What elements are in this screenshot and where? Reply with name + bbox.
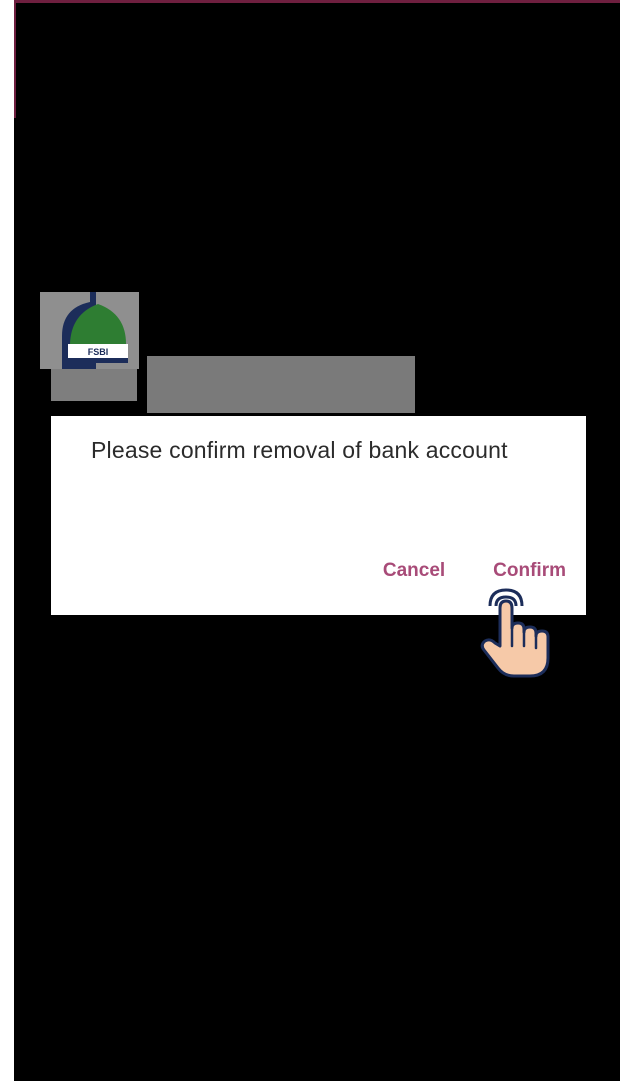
account-number-placeholder [147,356,415,413]
account-name-placeholder [51,369,137,401]
pointing-hand-icon [476,588,552,680]
dialog-actions: Cancel Confirm [383,560,566,582]
app-header [14,0,620,118]
cancel-button[interactable]: Cancel [383,560,445,582]
dialog-message: Please confirm removal of bank account [91,437,508,463]
confirm-removal-dialog: Please confirm removal of bank account C… [51,416,586,615]
app-screen: FSBI Please confirm removal of bank acco… [14,0,620,1081]
confirm-button[interactable]: Confirm [493,560,566,582]
bank-logo-icon: FSBI [40,292,139,369]
logo-text: FSBI [88,347,109,357]
